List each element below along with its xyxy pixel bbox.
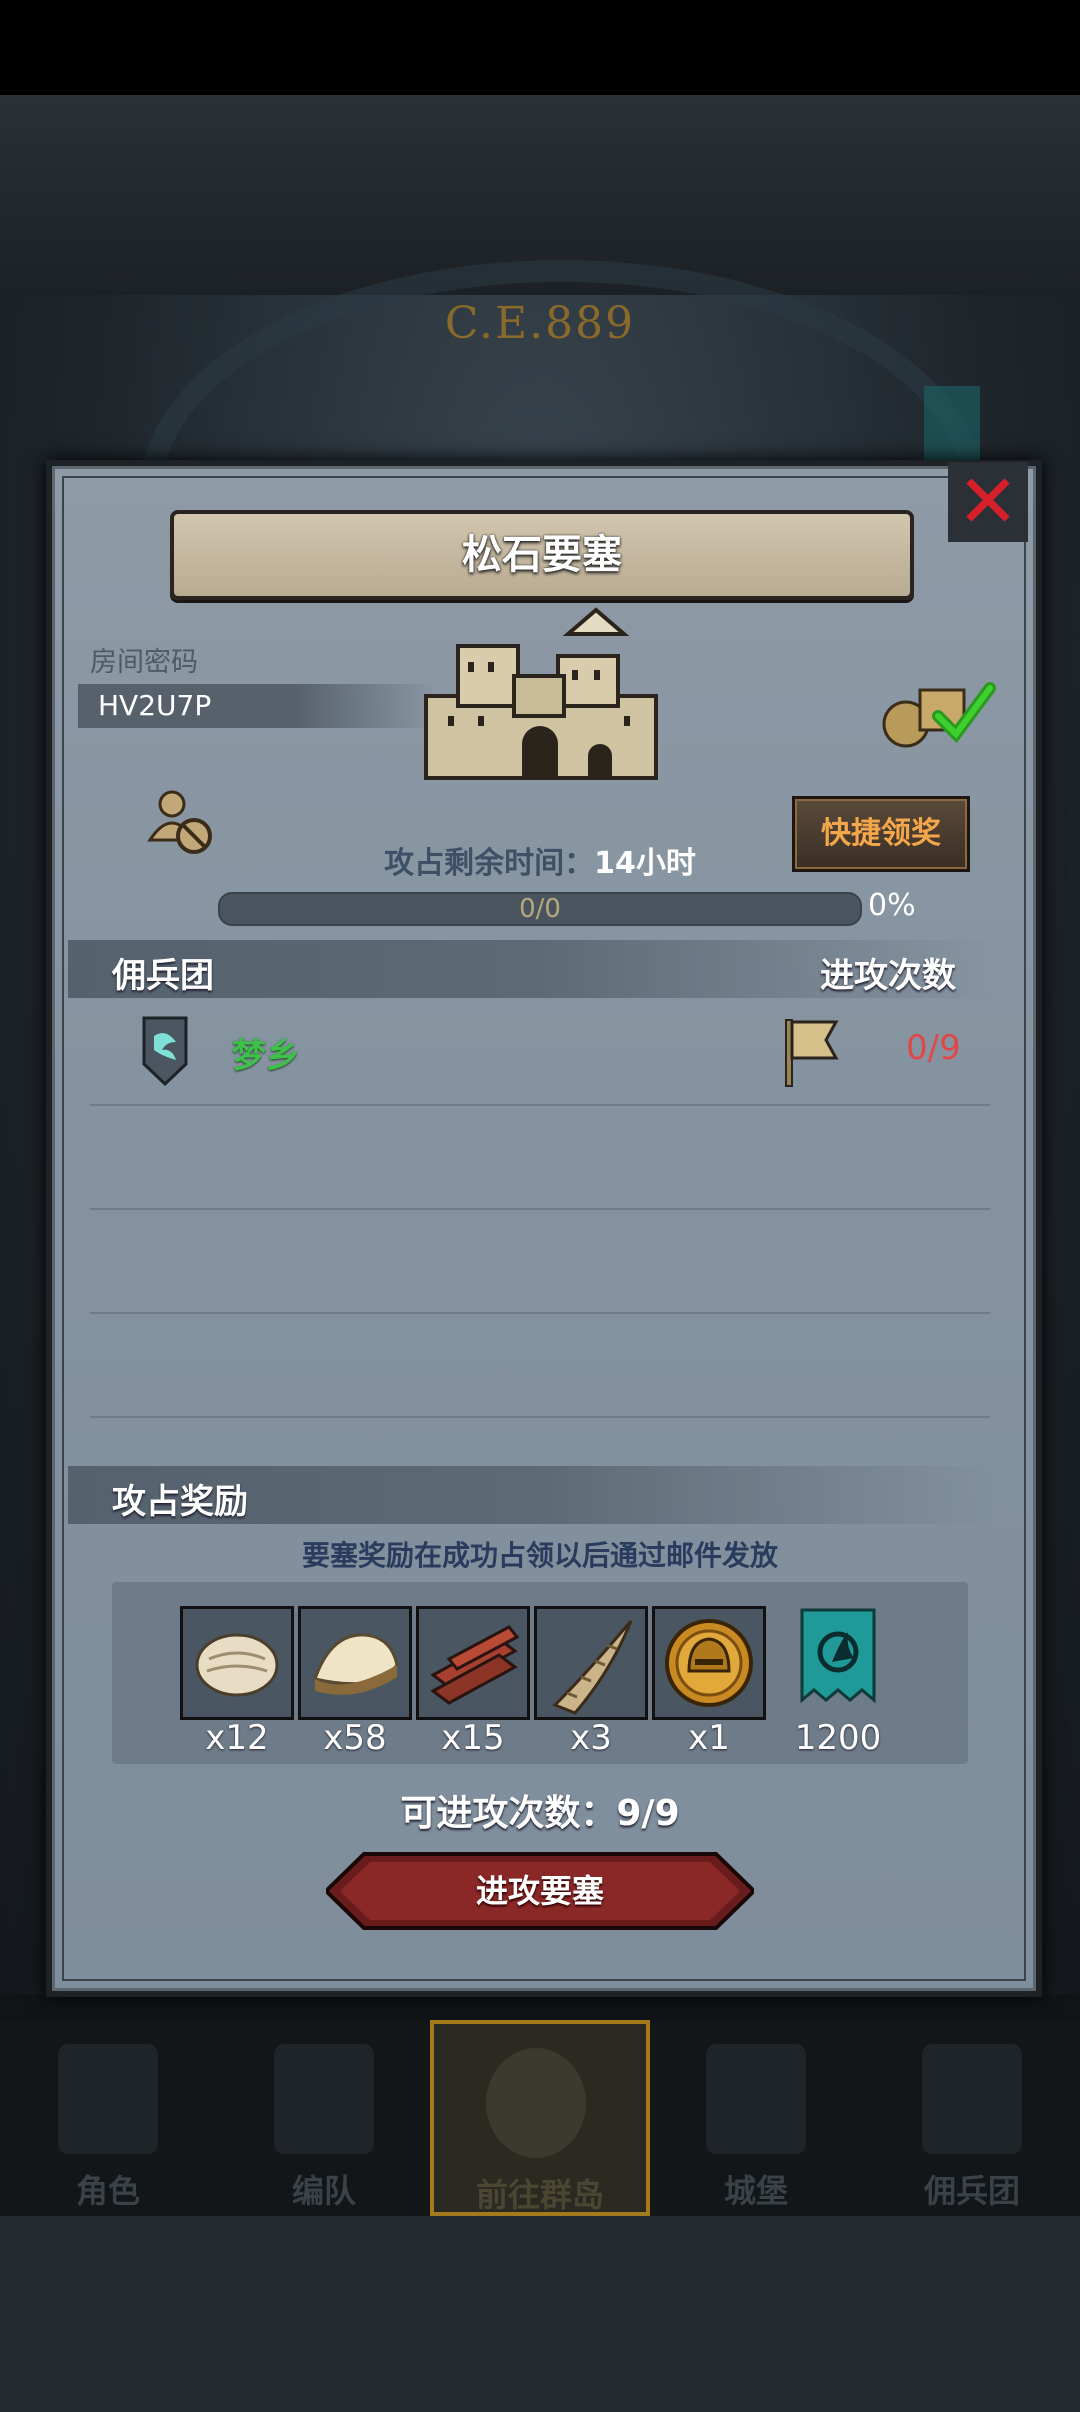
castle-icon [706,2044,806,2154]
close-button[interactable]: ✕ [948,462,1028,542]
status-bar [0,0,1080,95]
fur-icon [195,1633,279,1697]
close-icon: ✕ [956,459,1019,545]
banner-decoration [924,386,980,466]
row-divider [90,1104,990,1106]
wood-planks-icon [430,1625,520,1705]
guild-attack-count: 0/9 [906,1028,961,1068]
reward-qty: x15 [441,1718,505,1758]
reward-qty: x1 [688,1718,730,1758]
progress-text: 0/0 [519,894,561,924]
reward-qty: x12 [205,1718,269,1758]
nav-tab-mercenary[interactable]: 佣兵团 [864,2020,1080,2216]
islands-compass-icon [486,2048,586,2158]
nav-tab-character[interactable]: 角色 [0,2020,216,2216]
reward-item-wood[interactable] [416,1606,530,1720]
title-scroll: 松石要塞 [170,510,914,600]
reward-qty: x58 [323,1718,387,1758]
reward-header: 攻占奖励 [112,1482,248,1522]
attacks-header: 进攻次数 [820,956,956,996]
reward-item-wool[interactable] [298,1606,412,1720]
row-divider [90,1208,990,1210]
time-label: 攻占剩余时间： [384,846,595,881]
attack-fortress-button[interactable]: 进攻要塞 [323,1852,757,1930]
occupation-time-remaining: 攻占剩余时间：14小时 [0,838,1080,882]
nav-tab-islands[interactable]: 前往群岛 [430,2020,650,2216]
mercenary-header: 佣兵团 [112,956,214,996]
nav-label: 编队 [291,2172,356,2210]
fortress-title: 松石要塞 [462,532,622,578]
nav-label: 佣兵团 [923,2172,1020,2210]
reward-note: 要塞奖励在成功占领以后通过邮件发放 [301,1539,778,1572]
room-code-value: HV2U7P [98,689,212,722]
guild-banner-icon [800,1608,876,1704]
loot-claimed-icon[interactable] [876,672,1000,750]
reward-item-guild-points[interactable] [784,1606,892,1714]
castle-icon [424,607,658,780]
knight-icon [58,2044,158,2154]
row-divider [90,1416,990,1418]
attacks-available: 可进攻次数：9/9 [400,1793,680,1834]
progress-percent: 0% [868,888,916,923]
nav-label: 城堡 [723,2172,788,2210]
row-divider [90,1312,990,1314]
reward-qty: 1200 [794,1718,882,1758]
nav-tab-formation[interactable]: 编队 [216,2020,432,2216]
occupation-progress-bar: 0/0 [218,892,862,926]
wool-icon [313,1633,399,1695]
era-label: C.E.889 [444,298,636,349]
flag-icon [785,1019,839,1087]
formation-icon [274,2044,374,2154]
nav-tab-castle[interactable]: 城堡 [648,2020,864,2216]
time-value: 14小时 [594,846,696,881]
attack-button-label: 进攻要塞 [475,1872,604,1910]
gold-helmet-coin-icon [665,1619,753,1707]
horn-icon [552,1620,633,1715]
reward-qty: x3 [570,1718,612,1758]
mercenary-icon [922,2044,1022,2154]
room-code-label: 房间密码 [90,647,198,678]
nav-label: 前往群岛 [475,2176,604,2214]
reward-item-horn[interactable] [534,1606,648,1720]
guild-emblem-icon [142,1016,188,1086]
reward-item-fur[interactable] [180,1606,294,1720]
guild-name[interactable]: 梦乡 [232,1028,300,1077]
nav-label: 角色 [75,2172,140,2210]
reward-item-helmet-coin[interactable] [652,1606,766,1720]
system-nav-area [0,2216,1080,2412]
